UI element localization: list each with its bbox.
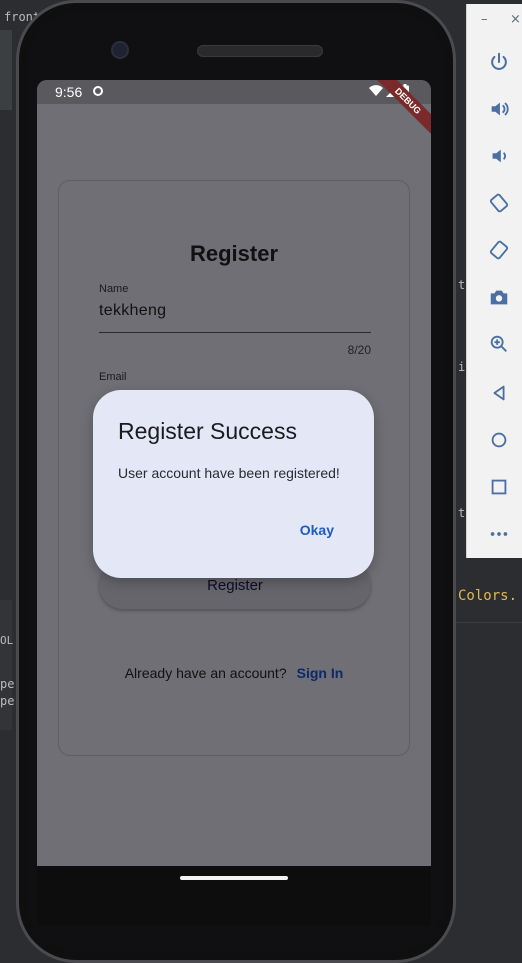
status-notification-icon (93, 86, 103, 96)
wifi-icon (369, 84, 383, 96)
ide-right-snippet-4: Colors. (458, 588, 518, 604)
ide-left-snippet-1: OL (0, 634, 14, 647)
overview-icon[interactable] (487, 475, 511, 499)
home-icon[interactable] (487, 428, 511, 452)
volume-up-icon[interactable] (487, 97, 511, 121)
name-field[interactable]: tekkheng (99, 302, 166, 320)
dialog-message: User account have been registered! (118, 465, 340, 481)
dialog-title: Register Success (118, 418, 297, 444)
close-button[interactable]: × (510, 12, 521, 27)
sign-in-prompt: Already have an account? Sign In (59, 665, 409, 681)
front-camera (111, 41, 129, 59)
earpiece-speaker (197, 45, 323, 57)
emulator-control-panel: – × (466, 4, 522, 558)
volume-down-icon[interactable] (487, 144, 511, 168)
name-field-label: Name (99, 283, 129, 295)
emulator-window-controls: – × (467, 12, 522, 32)
have-account-text: Already have an account? (124, 665, 287, 681)
okay-button[interactable]: Okay (300, 522, 334, 538)
rotate-right-icon[interactable] (487, 238, 511, 262)
ide-gutter-lower (0, 600, 12, 730)
camera-icon[interactable] (487, 285, 511, 309)
status-time: 9:56 (55, 84, 83, 100)
status-bar: 9:56 DEBUG (37, 80, 431, 138)
ide-left-snippet-3: pe (0, 694, 15, 708)
home-gesture-handle[interactable] (180, 876, 288, 880)
power-icon[interactable] (487, 50, 511, 74)
name-char-counter: 8/20 (347, 343, 371, 357)
navigation-bar (37, 866, 431, 926)
sign-in-link[interactable]: Sign In (297, 665, 344, 681)
register-success-dialog: Register Success User account have been … (93, 390, 374, 578)
ide-right-snippet-1: t (458, 278, 466, 292)
back-icon[interactable] (487, 381, 511, 405)
zoom-icon[interactable] (487, 332, 511, 356)
page-title: Register (189, 241, 279, 266)
ide-left-snippet-2: pe (0, 677, 15, 691)
name-field-underline (99, 332, 371, 333)
more-icon[interactable] (487, 522, 511, 546)
ide-divider (456, 622, 522, 623)
rotate-left-icon[interactable] (487, 191, 511, 215)
email-field-label: Email (99, 371, 127, 383)
ide-gutter (0, 30, 12, 110)
ide-right-snippet-2: i (458, 360, 466, 374)
ide-right-snippet-3: t (458, 506, 466, 520)
minimize-button[interactable]: – (481, 12, 488, 27)
